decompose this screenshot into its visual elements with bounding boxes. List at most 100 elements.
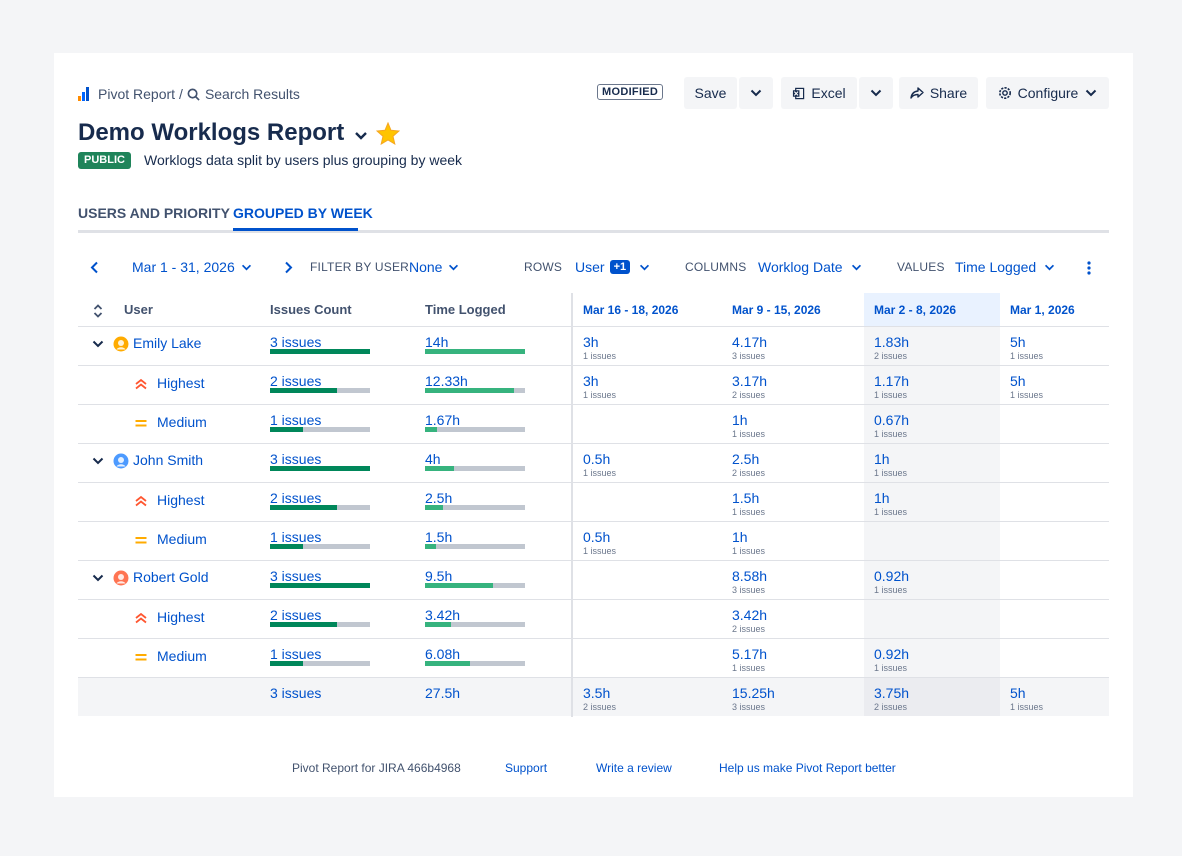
total-week-time-link[interactable]: 3.5h xyxy=(583,685,610,701)
date-range-dropdown[interactable]: Mar 1 - 31, 2026 xyxy=(132,258,252,276)
time-logged-link[interactable]: 6.08h xyxy=(425,646,460,662)
issues-count-bar xyxy=(270,583,370,588)
column-header-date[interactable]: Mar 2 - 8, 2026 xyxy=(874,303,956,317)
week-time-value-link[interactable]: 0.5h xyxy=(583,451,610,467)
issues-count-bar-fill xyxy=(270,505,337,510)
time-logged-link[interactable]: 4h xyxy=(425,451,441,467)
filter-by-user-dropdown[interactable]: None xyxy=(409,258,459,276)
week-time-value-link[interactable]: 5.17h xyxy=(732,646,767,662)
week-time-value-link[interactable]: 1h xyxy=(732,529,748,545)
priority-label-link[interactable]: Medium xyxy=(157,414,207,430)
issues-count-link[interactable]: 2 issues xyxy=(270,490,321,506)
issues-count-link[interactable]: 2 issues xyxy=(270,373,321,389)
column-header-date[interactable]: Mar 16 - 18, 2026 xyxy=(583,303,678,317)
excel-options-button[interactable] xyxy=(859,77,893,109)
time-logged-link[interactable]: 1.67h xyxy=(425,412,460,428)
share-button[interactable]: Share xyxy=(899,77,978,109)
total-week-time-link[interactable]: 3.75h xyxy=(874,685,909,701)
column-header-date[interactable]: Mar 1, 2026 xyxy=(1010,303,1075,317)
week-time-value-link[interactable]: 3.42h xyxy=(732,607,767,623)
footer-support-link[interactable]: Support xyxy=(505,761,547,775)
footer-write-review-link[interactable]: Write a review xyxy=(596,761,672,775)
column-header-date[interactable]: Mar 9 - 15, 2026 xyxy=(732,303,821,317)
priority-label-link[interactable]: Highest xyxy=(157,609,204,625)
issues-count-link[interactable]: 1 issues xyxy=(270,529,321,545)
time-logged-link[interactable]: 14h xyxy=(425,334,448,350)
week-time-value-link[interactable]: 2.5h xyxy=(732,451,759,467)
breadcrumb-app-link[interactable]: Pivot Report xyxy=(98,86,175,102)
priority-label-link[interactable]: Highest xyxy=(157,492,204,508)
column-header-time-logged[interactable]: Time Logged xyxy=(425,302,506,317)
columns-value: Worklog Date xyxy=(758,259,843,275)
tab-users-and-priority[interactable]: USERS AND PRIORITY xyxy=(78,205,230,221)
time-logged-link[interactable]: 3.42h xyxy=(425,607,460,623)
week-time-value-link[interactable]: 0.67h xyxy=(874,412,909,428)
previous-period-icon[interactable] xyxy=(90,261,99,274)
chevron-down-icon[interactable] xyxy=(92,574,104,582)
issues-count-link[interactable]: 3 issues xyxy=(270,451,321,467)
column-header-issues-count[interactable]: Issues Count xyxy=(270,302,352,317)
week-time-value-link[interactable]: 5h xyxy=(1010,373,1026,389)
week-issue-count: 2 issues xyxy=(732,624,766,634)
issues-count-link[interactable]: 3 issues xyxy=(270,568,321,584)
week-time-value-link[interactable]: 0.92h xyxy=(874,646,909,662)
columns-dropdown[interactable]: Worklog Date xyxy=(758,258,862,276)
chevron-down-icon xyxy=(1045,264,1055,270)
week-time-value-link[interactable]: 3h xyxy=(583,373,599,389)
week-time-value-link[interactable]: 4.17h xyxy=(732,334,767,350)
week-time-value-link[interactable]: 1.83h xyxy=(874,334,909,350)
tab-grouped-by-week[interactable]: GROUPED BY WEEK xyxy=(233,205,373,221)
column-header-user[interactable]: User xyxy=(124,302,153,317)
user-name-link[interactable]: John Smith xyxy=(133,452,203,468)
priority-label-link[interactable]: Medium xyxy=(157,531,207,547)
time-logged-link[interactable]: 12.33h xyxy=(425,373,468,389)
priority-label-link[interactable]: Medium xyxy=(157,648,207,664)
week-time-value-link[interactable]: 0.5h xyxy=(583,529,610,545)
week-time-value-link[interactable]: 0.92h xyxy=(874,568,909,584)
excel-export-button[interactable]: Excel xyxy=(781,77,857,109)
issues-count-link[interactable]: 2 issues xyxy=(270,607,321,623)
week-time-value-link[interactable]: 3.17h xyxy=(732,373,767,389)
issues-count-link[interactable]: 1 issues xyxy=(270,412,321,428)
footer-feedback-link[interactable]: Help us make Pivot Report better xyxy=(719,761,896,775)
save-button[interactable]: Save xyxy=(684,77,737,109)
time-logged-link[interactable]: 2.5h xyxy=(425,490,452,506)
week-time-value-link[interactable]: 1h xyxy=(874,451,890,467)
chevron-down-icon[interactable] xyxy=(92,340,104,348)
week-time-value-link[interactable]: 1.5h xyxy=(732,490,759,506)
star-icon[interactable] xyxy=(376,122,400,145)
week-time-value-link[interactable]: 1h xyxy=(874,490,890,506)
rows-value: User xyxy=(575,259,605,275)
rows-dropdown[interactable]: User +1 xyxy=(575,258,650,276)
week-time-value-link[interactable]: 3h xyxy=(583,334,599,350)
issues-count-link[interactable]: 3 issues xyxy=(270,334,321,350)
report-title-dropdown[interactable]: Demo Worklogs Report xyxy=(78,119,368,147)
issues-count-bar xyxy=(270,622,370,627)
time-logged-bar-fill xyxy=(425,349,525,354)
week-time-value-link[interactable]: 1.17h xyxy=(874,373,909,389)
values-dropdown[interactable]: Time Logged xyxy=(955,258,1055,276)
week-issue-count: 1 issues xyxy=(874,585,908,595)
breadcrumb-search-link[interactable]: Search Results xyxy=(205,86,300,102)
chevron-down-icon[interactable] xyxy=(92,457,104,465)
time-logged-link[interactable]: 1.5h xyxy=(425,529,452,545)
total-week-time-link[interactable]: 15.25h xyxy=(732,685,775,701)
priority-label-link[interactable]: Highest xyxy=(157,375,204,391)
user-name-link[interactable]: Emily Lake xyxy=(133,335,201,351)
week-time-value-link[interactable]: 1h xyxy=(732,412,748,428)
configure-button[interactable]: Configure xyxy=(986,77,1109,109)
next-period-icon[interactable] xyxy=(284,261,293,274)
total-week-time-link[interactable]: 5h xyxy=(1010,685,1026,701)
expand-collapse-all-icon[interactable] xyxy=(93,304,103,318)
issues-count-bar-fill xyxy=(270,661,303,666)
time-logged-link[interactable]: 9.5h xyxy=(425,568,452,584)
chevron-down-icon xyxy=(870,89,882,97)
total-time-link[interactable]: 27.5h xyxy=(425,685,460,701)
week-time-value-link[interactable]: 5h xyxy=(1010,334,1026,350)
save-options-button[interactable] xyxy=(739,77,773,109)
week-time-value-link[interactable]: 8.58h xyxy=(732,568,767,584)
total-issues-link[interactable]: 3 issues xyxy=(270,685,321,701)
issues-count-link[interactable]: 1 issues xyxy=(270,646,321,662)
user-name-link[interactable]: Robert Gold xyxy=(133,569,208,585)
more-options-icon[interactable] xyxy=(1086,260,1092,276)
